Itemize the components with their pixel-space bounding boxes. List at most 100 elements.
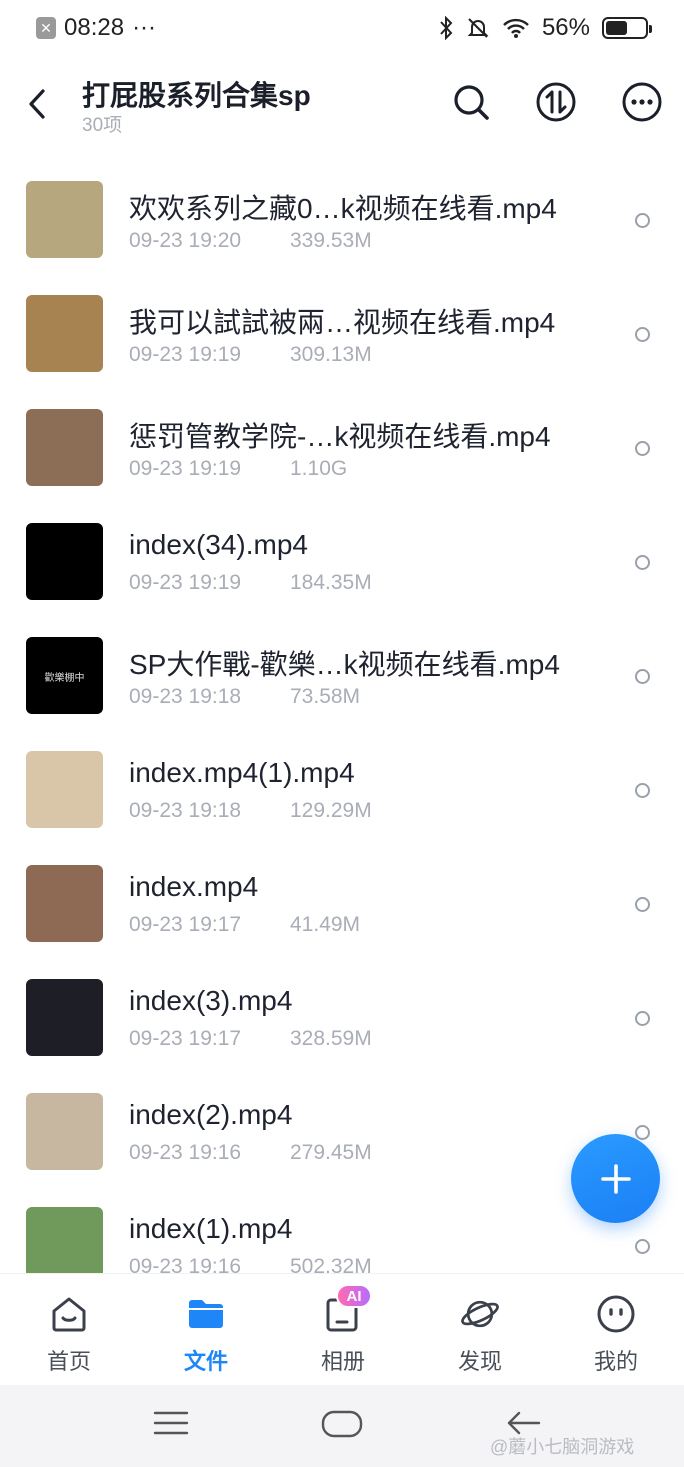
file-size: 1.10G	[290, 457, 348, 480]
file-name: index(2).mp4	[129, 1099, 293, 1130]
file-row[interactable]: index(3).mp4 09-23 19:17 328.59M	[0, 961, 684, 1075]
watermark: @蘑小七脑洞游戏	[490, 1437, 635, 1457]
video-thumbnail	[26, 409, 103, 486]
more-options-icon	[622, 82, 662, 122]
file-row[interactable]: index.mp4(1).mp4 09-23 19:18 129.29M	[0, 733, 684, 847]
file-date: 09-23 19:17	[129, 913, 242, 936]
file-row[interactable]: index(34).mp4 09-23 19:19 184.35M	[0, 505, 684, 619]
video-thumbnail	[26, 979, 103, 1056]
notification-icon: ✕	[36, 17, 56, 39]
nav-profile[interactable]: 我的	[566, 1274, 666, 1386]
nav-album[interactable]: AI 相册	[293, 1274, 393, 1386]
home-button[interactable]	[321, 1409, 363, 1439]
file-name: index(3).mp4	[129, 985, 293, 1016]
file-size: 328.59M	[290, 1027, 372, 1050]
nav-files-label: 文件	[183, 1349, 228, 1374]
folder-icon	[186, 1294, 226, 1334]
file-size: 129.29M	[290, 799, 372, 822]
file-list: 欢欢系列之藏0…k视频在线看.mp4 09-23 19:20 339.53M 我可以試…	[0, 163, 684, 1273]
bluetooth-icon	[440, 16, 453, 40]
file-row[interactable]: 我可以試試被兩…视频在线看.mp4 09-23 19:19 309.13M	[0, 277, 684, 391]
file-date: 09-23 19:18	[129, 799, 242, 822]
select-checkbox[interactable]	[635, 1239, 650, 1254]
select-checkbox[interactable]	[635, 897, 650, 912]
select-checkbox[interactable]	[635, 1125, 650, 1140]
bottom-nav: 首页 文件 AI 相册 发现 我的	[0, 1273, 684, 1385]
nav-discover[interactable]: 发现	[430, 1274, 530, 1386]
nav-home-label: 首页	[46, 1349, 91, 1374]
file-name: index.mp4(1).mp4	[129, 757, 355, 788]
file-size: 279.45M	[290, 1141, 372, 1164]
video-thumbnail: 歡樂棚中	[26, 637, 103, 714]
nav-profile-label: 我的	[593, 1349, 638, 1374]
file-size: 339.53M	[290, 229, 372, 252]
file-name: 欢欢系列之藏0…k视频在线看.mp4	[129, 193, 557, 224]
file-row[interactable]: index.mp4 09-23 19:17 41.49M	[0, 847, 684, 961]
file-date: 09-23 19:17	[129, 1027, 242, 1050]
battery-icon	[602, 17, 652, 39]
file-date: 09-23 19:20	[129, 229, 242, 252]
file-name: index(1).mp4	[129, 1213, 293, 1244]
sort-button[interactable]	[534, 80, 578, 124]
file-name: SP大作戰-歡樂…k视频在线看.mp4	[129, 649, 560, 680]
select-checkbox[interactable]	[635, 669, 650, 684]
sort-icon	[536, 82, 576, 122]
battery-fill	[606, 21, 628, 35]
home-icon	[49, 1294, 89, 1334]
more-button[interactable]	[620, 80, 664, 124]
select-checkbox[interactable]	[635, 327, 650, 342]
file-date: 09-23 19:18	[129, 685, 242, 708]
wifi-icon	[503, 18, 529, 38]
file-name: 惩罚管教学院-…k视频在线看.mp4	[129, 421, 551, 452]
recents-button[interactable]	[153, 1409, 189, 1437]
status-left: ✕ 08:28 ···	[36, 14, 156, 42]
select-checkbox[interactable]	[635, 1011, 650, 1026]
video-thumbnail	[26, 751, 103, 828]
add-button[interactable]	[571, 1134, 660, 1223]
select-checkbox[interactable]	[635, 441, 650, 456]
file-date: 09-23 19:19	[129, 343, 242, 366]
header: 打屁股系列合集sp 30项	[0, 62, 684, 142]
select-checkbox[interactable]	[635, 555, 650, 570]
back-button[interactable]	[22, 84, 52, 124]
file-size: 41.49M	[290, 913, 361, 936]
thumbnail-caption: 歡樂棚中	[44, 673, 85, 684]
video-thumbnail	[26, 523, 103, 600]
search-icon	[454, 85, 489, 120]
profile-icon	[596, 1294, 636, 1334]
battery-percent: 56%	[541, 14, 590, 41]
video-thumbnail	[26, 1093, 103, 1170]
back-arrow-icon	[29, 89, 45, 119]
menu-icon	[153, 1411, 189, 1435]
video-thumbnail	[26, 295, 103, 372]
search-button[interactable]	[449, 80, 493, 124]
file-date: 09-23 19:16	[129, 1141, 242, 1164]
status-bar: ✕ 08:28 ··· 56%	[0, 0, 684, 56]
file-size: 309.13M	[290, 343, 372, 366]
nav-discover-label: 发现	[457, 1349, 502, 1374]
file-size: 73.58M	[290, 685, 361, 708]
file-name: index.mp4	[129, 871, 259, 902]
select-checkbox[interactable]	[635, 213, 650, 228]
video-thumbnail	[26, 181, 103, 258]
file-date: 09-23 19:16	[129, 1255, 242, 1273]
status-right: 56%	[438, 14, 652, 42]
file-row[interactable]: 歡樂棚中 SP大作戰-歡樂…k视频在线看.mp4 09-23 19:18 73.58M	[0, 619, 684, 733]
file-row[interactable]: 惩罚管教学院-…k视频在线看.mp4 09-23 19:19 1.10G	[0, 391, 684, 505]
item-count: 30项	[82, 115, 123, 136]
select-checkbox[interactable]	[635, 783, 650, 798]
status-more: ···	[132, 14, 157, 41]
nav-files[interactable]: 文件	[156, 1274, 256, 1386]
page-title: 打屁股系列合集sp	[82, 80, 311, 111]
file-date: 09-23 19:19	[129, 571, 242, 594]
plus-icon	[600, 1163, 631, 1194]
nav-home[interactable]: 首页	[19, 1274, 119, 1386]
file-row[interactable]: 欢欢系列之藏0…k视频在线看.mp4 09-23 19:20 339.53M	[0, 163, 684, 277]
file-name: 我可以試試被兩…视频在线看.mp4	[129, 307, 556, 338]
mute-bell-icon	[467, 18, 489, 38]
status-time: 08:28	[64, 14, 125, 41]
nav-album-label: 相册	[320, 1349, 365, 1374]
file-size: 502.32M	[290, 1255, 372, 1273]
home-pill-icon	[321, 1410, 363, 1438]
video-thumbnail	[26, 865, 103, 942]
